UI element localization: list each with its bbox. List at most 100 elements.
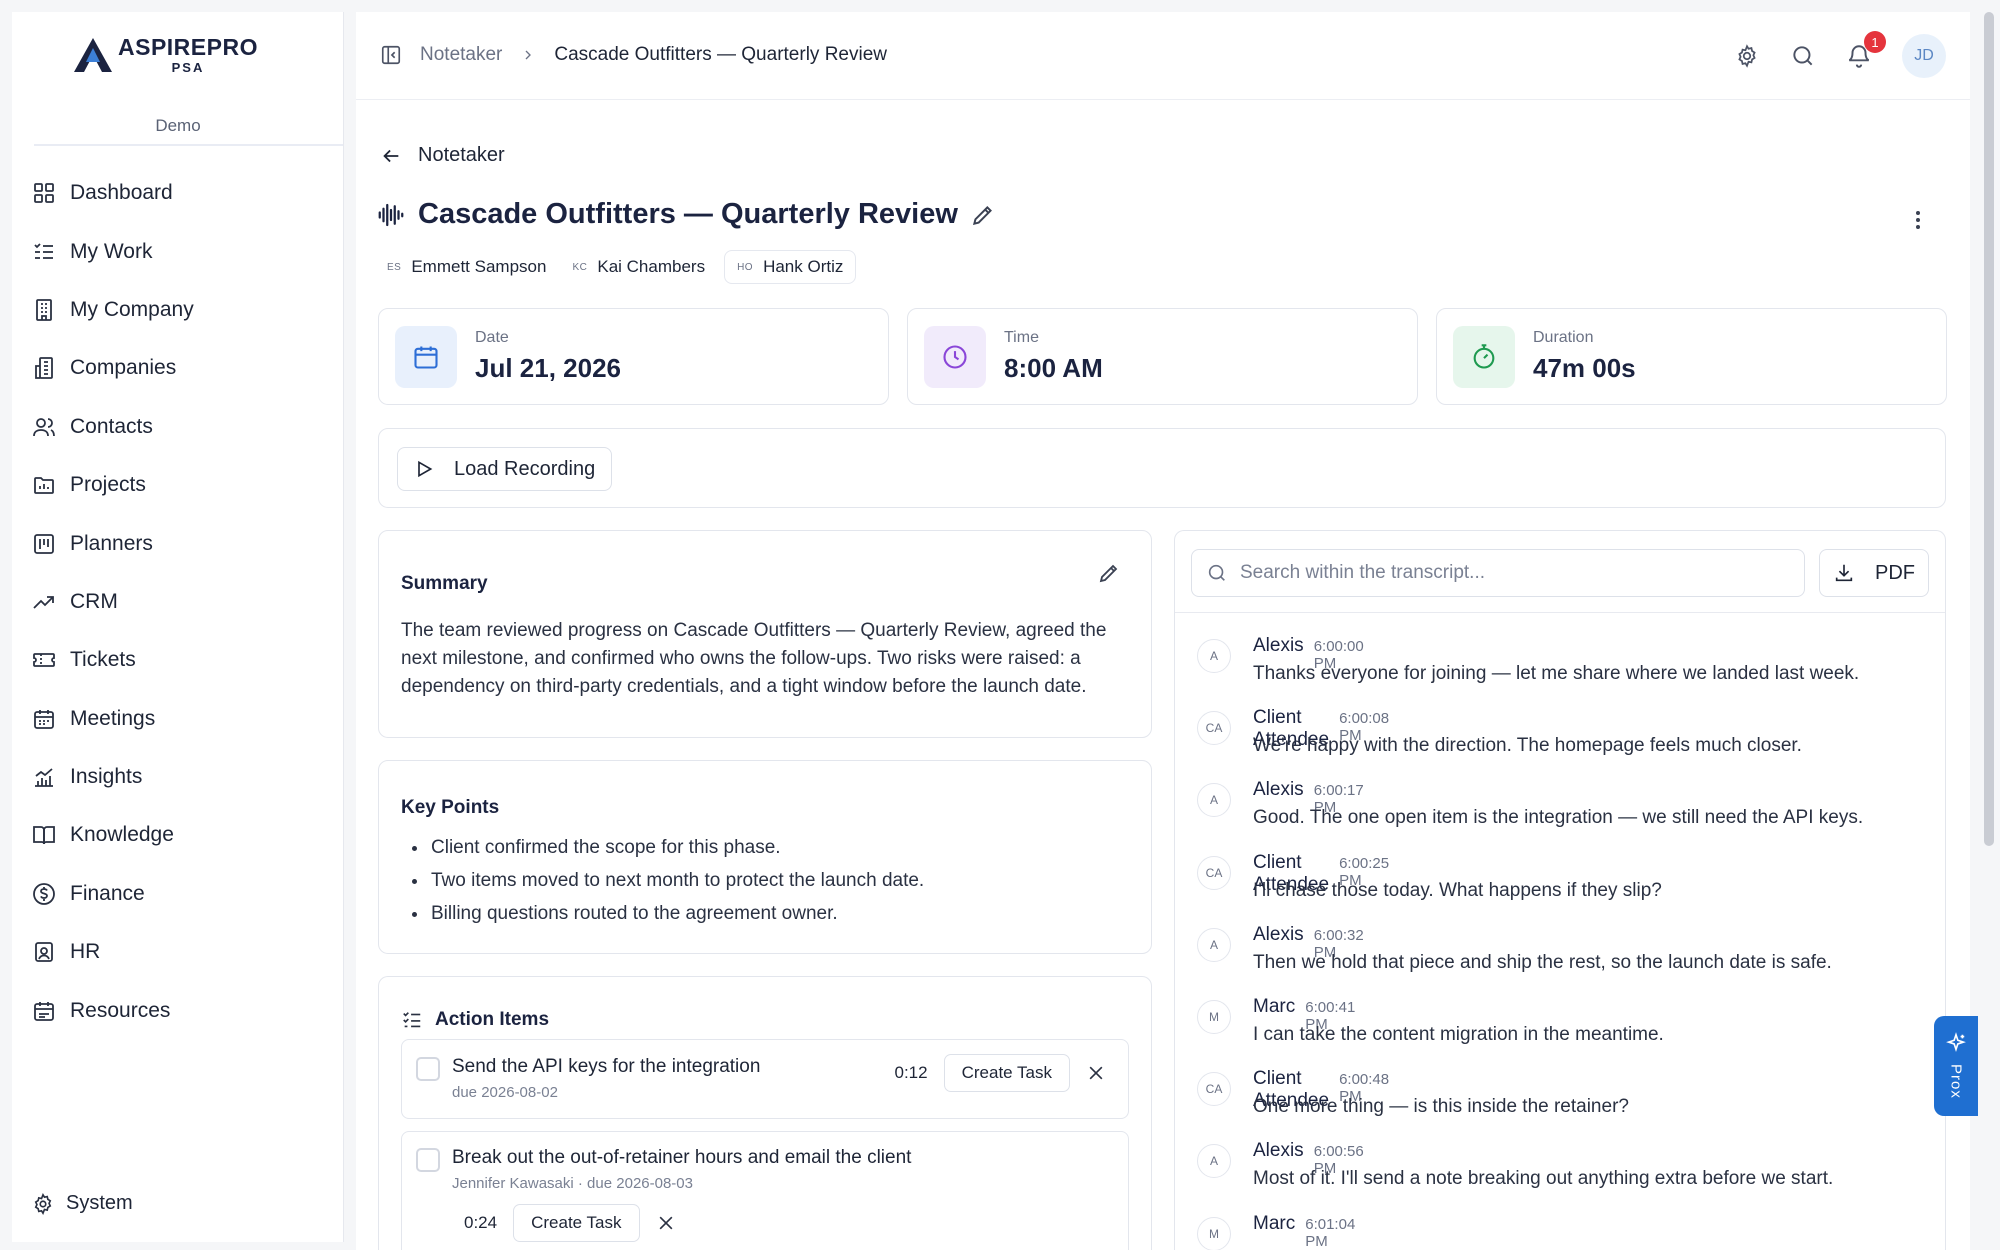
sidebar-item-label: Meetings xyxy=(70,706,156,730)
load-recording-label: Load Recording xyxy=(454,457,596,480)
create-task-button[interactable]: Create Task xyxy=(943,1054,1070,1092)
sidebar-item-label: Finance xyxy=(70,881,145,905)
sidebar-item-system[interactable]: System xyxy=(32,1192,133,1215)
planners-icon xyxy=(34,533,54,554)
action-item-checkbox[interactable] xyxy=(416,1057,440,1081)
stat-value: 8:00 AM xyxy=(1004,353,1103,383)
clock-icon xyxy=(943,344,967,369)
play-icon xyxy=(418,460,433,478)
meeting-stats: Date Jul 21, 2026 Time 8:00 AM Duration … xyxy=(378,308,1947,405)
create-task-button[interactable]: Create Task xyxy=(513,1204,640,1242)
dismiss-icon[interactable] xyxy=(1086,1063,1106,1083)
sidebar-item-planners[interactable]: Planners xyxy=(32,514,194,572)
transcript-search-input[interactable] xyxy=(1240,562,1780,584)
attendee-chip[interactable]: HO Hank Ortiz xyxy=(724,250,857,284)
sidebar-divider xyxy=(34,144,343,146)
sidebar-item-tickets[interactable]: Tickets xyxy=(32,631,194,689)
trend-icon xyxy=(33,596,54,609)
sidebar-item-projects[interactable]: Projects xyxy=(32,456,194,514)
sidebar-item-insights[interactable]: Insights xyxy=(32,748,194,806)
logo[interactable]: ASPIREPRO PSA xyxy=(72,36,258,74)
brand-sub: PSA xyxy=(171,60,205,75)
edit-title-icon[interactable] xyxy=(970,202,996,228)
edit-summary-icon[interactable] xyxy=(1097,561,1121,585)
breadcrumb: Notetaker Cascade Outfitters — Quarterly… xyxy=(380,44,887,66)
gear-icon xyxy=(1738,44,1756,68)
dismiss-icon[interactable] xyxy=(656,1213,676,1233)
sidebar-item-contacts[interactable]: Contacts xyxy=(32,398,194,456)
summary-text: The team reviewed progress on Cascade Ou… xyxy=(401,620,1107,697)
sidebar-item-label: HR xyxy=(70,940,101,964)
action-item-timestamp[interactable]: 0:12 xyxy=(895,1063,928,1083)
attendee-chip[interactable]: KC Kai Chambers xyxy=(565,250,712,284)
action-item: Send the API keys for the integration du… xyxy=(401,1039,1129,1119)
message-text: I can take the content migration in the … xyxy=(1253,1023,1664,1045)
attendee-name: Hank Ortiz xyxy=(763,257,844,276)
settings-button[interactable] xyxy=(1734,43,1760,69)
user-avatar[interactable]: JD xyxy=(1902,34,1946,78)
action-item-timestamp[interactable]: 0:24 xyxy=(464,1213,497,1233)
sidebar-item-hr[interactable]: HR xyxy=(32,923,194,981)
breadcrumb-notetaker[interactable]: Notetaker xyxy=(420,44,502,66)
load-recording-button[interactable]: Load Recording xyxy=(397,447,613,491)
download-pdf-button[interactable]: PDF xyxy=(1819,549,1929,597)
sidebar-item-companies[interactable]: Companies xyxy=(32,339,194,397)
sidebar-item-my-company[interactable]: My Company xyxy=(32,281,194,339)
sparkle-icon xyxy=(1946,1032,1966,1053)
sidebar-item-label: Knowledge xyxy=(70,823,174,847)
sidebar-item-label: Projects xyxy=(70,473,146,497)
building-icon xyxy=(36,299,52,321)
action-item-controls: 0:24 Create Task xyxy=(464,1204,676,1242)
sidebar-item-dashboard[interactable]: Dashboard xyxy=(32,164,194,222)
message-text: Most of it. I'll send a note breaking ou… xyxy=(1253,1168,1834,1190)
sidebar-item-label: Planners xyxy=(70,531,153,555)
action-items-card: Action Items Send the API keys for the i… xyxy=(378,976,1152,1250)
environment-label: Demo xyxy=(155,116,201,135)
message-text: Good. The one open item is the integrati… xyxy=(1253,807,1864,829)
sidebar-item-label: My Work xyxy=(70,239,153,263)
sidebar-item-finance[interactable]: Finance xyxy=(32,865,194,923)
summary-card: Summary The team reviewed progress on Ca… xyxy=(378,530,1152,738)
my-work-icon xyxy=(34,242,53,259)
attendee-chip[interactable]: ES Emmett Sampson xyxy=(380,250,553,284)
sidebar-item-label: Contacts xyxy=(70,414,153,438)
badge-icon xyxy=(35,942,53,963)
sidebar-item-resources[interactable]: Resources xyxy=(32,981,194,1039)
attendee-initials: ES xyxy=(387,261,402,273)
speaker-avatar: A xyxy=(1197,927,1231,962)
attendee-name: Emmett Sampson xyxy=(411,257,547,276)
sidebar-item-knowledge[interactable]: Knowledge xyxy=(32,806,194,864)
speaker-name: Alexis xyxy=(1253,635,1304,656)
sidebar-item-crm[interactable]: CRM xyxy=(32,573,194,631)
header-actions: 1 JD xyxy=(1734,31,1946,78)
sidebar-item-label: Dashboard xyxy=(70,181,173,205)
speaker-avatar: CA xyxy=(1197,711,1231,746)
speaker-name: Marc xyxy=(1253,1212,1296,1234)
chart-icon xyxy=(35,768,53,787)
system-label: System xyxy=(66,1192,133,1214)
breadcrumb-current: Cascade Outfitters — Quarterly Review xyxy=(554,44,887,65)
timer-icon xyxy=(1473,343,1495,369)
sidebar-toggle-icon[interactable] xyxy=(380,44,402,66)
key-points-list: Client confirmed the scope for this phas… xyxy=(429,831,924,930)
notifications-button[interactable]: 1 xyxy=(1846,31,1886,69)
message-time[interactable]: 6:01:04 PM xyxy=(1305,1216,1355,1250)
sidebar-item-label: Insights xyxy=(70,765,143,789)
assistant-label: Prox xyxy=(1947,1064,1965,1099)
page-scrollbar[interactable] xyxy=(1984,12,1994,846)
attendee-name: Kai Chambers xyxy=(597,257,706,276)
message-text: Then we hold that piece and ship the res… xyxy=(1253,951,1832,973)
ticket-icon xyxy=(33,653,55,668)
companies-icon xyxy=(35,357,53,380)
action-item-checkbox[interactable] xyxy=(416,1148,440,1172)
search-button[interactable] xyxy=(1790,43,1816,69)
assistant-tab[interactable]: Prox xyxy=(1934,1016,1978,1116)
chevron-right-icon xyxy=(525,50,532,60)
sidebar-item-meetings[interactable]: Meetings xyxy=(32,690,194,748)
sidebar-nav: Dashboard My Work My Company Companies C… xyxy=(32,164,194,1040)
sidebar-item-my-work[interactable]: My Work xyxy=(32,222,194,280)
message-text: We're happy with the direction. The home… xyxy=(1253,735,1802,757)
back-link[interactable]: Notetaker xyxy=(380,144,505,167)
more-options-icon[interactable] xyxy=(1906,208,1930,232)
app: ASPIREPRO PSA Demo Dashboard My Work My … xyxy=(0,0,2000,1250)
